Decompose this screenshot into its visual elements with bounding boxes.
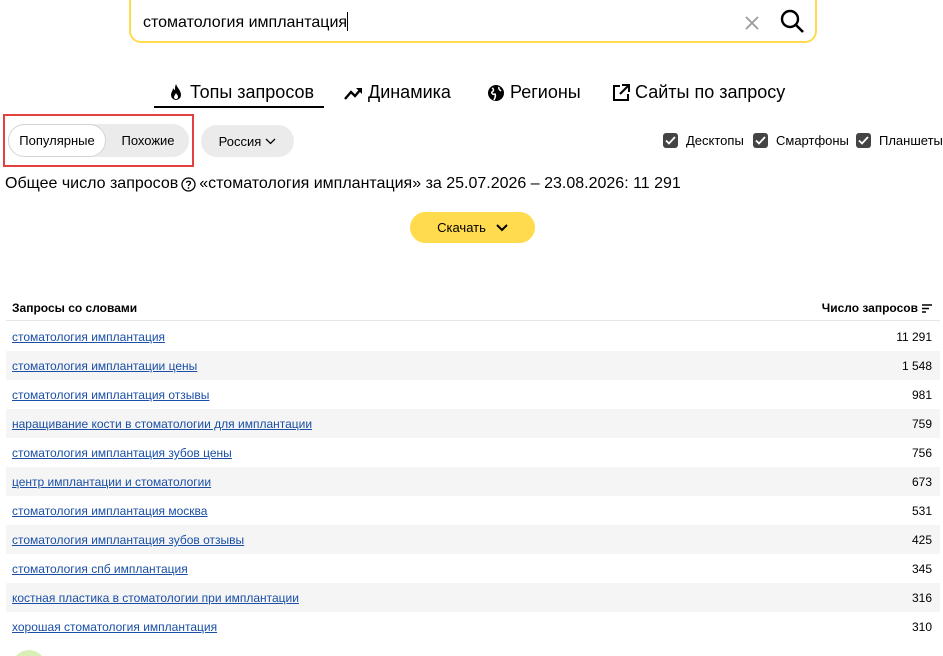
query-count: 759 bbox=[911, 417, 932, 431]
table-row: центр имплантации и стоматологии 673 bbox=[6, 467, 940, 496]
tab-sites[interactable]: Сайты по запросу bbox=[611, 82, 785, 103]
query-count: 11 291 bbox=[896, 330, 932, 344]
flame-icon bbox=[171, 83, 181, 100]
tab-dynamics[interactable]: Динамика bbox=[344, 82, 451, 103]
query-link[interactable]: стоматология имплантация отзывы bbox=[12, 388, 209, 402]
query-count: 1 548 bbox=[901, 359, 932, 373]
total-text: «стоматология имплантация» за 25.07.2026… bbox=[199, 175, 681, 192]
checkbox-label: Смартфоны bbox=[776, 133, 849, 148]
query-count: 316 bbox=[911, 591, 932, 605]
search-bar[interactable]: стоматология имплантация bbox=[129, 0, 817, 43]
query-count: 310 bbox=[911, 620, 932, 634]
column-header-query: Запросы со словами bbox=[12, 301, 138, 315]
tab-label: Топы запросов bbox=[190, 82, 315, 102]
tabs: Топы запросов Динамика Регионы Сайты по … bbox=[0, 82, 943, 108]
checkbox-tablets[interactable]: Планшеты bbox=[856, 133, 943, 148]
column-header-count-label: Число запросов bbox=[821, 301, 918, 315]
table-row: наращивание кости в стоматологии для имп… bbox=[6, 409, 940, 438]
query-link[interactable]: стоматология спб имплантация bbox=[12, 562, 188, 576]
device-filters: Десктопы Смартфоны Планшеты bbox=[0, 133, 943, 151]
total-prefix: Общее число запросов bbox=[5, 175, 179, 192]
query-link[interactable]: наращивание кости в стоматологии для имп… bbox=[12, 417, 312, 431]
query-count: 531 bbox=[911, 504, 932, 518]
sort-icon[interactable] bbox=[922, 303, 932, 313]
query-link[interactable]: стоматология имплантация зубов цены bbox=[12, 446, 232, 460]
query-link[interactable]: костная пластика в стоматологии при импл… bbox=[12, 591, 299, 605]
checkbox-smartphones[interactable]: Смартфоны bbox=[753, 133, 849, 148]
table-row: стоматология имплантация зубов цены 756 bbox=[6, 438, 940, 467]
clear-icon[interactable] bbox=[743, 14, 761, 32]
download-label: Скачать bbox=[437, 220, 486, 235]
table-row: стоматология имплантация зубов отзывы 42… bbox=[6, 525, 940, 554]
table-header: Запросы со словами Число запросов bbox=[6, 293, 940, 321]
table-row: стоматология имплантация москва 531 bbox=[6, 496, 940, 525]
table-row: хорошая стоматология имплантация 310 bbox=[6, 612, 940, 641]
table-row: стоматология спб имплантация 345 bbox=[6, 554, 940, 583]
checkbox-checked-icon[interactable] bbox=[753, 133, 768, 148]
query-link[interactable]: хорошая стоматология имплантация bbox=[12, 620, 217, 634]
total-summary: Общее число запросов «стоматология импла… bbox=[5, 175, 681, 193]
table-row: стоматология имплантация отзывы 981 bbox=[6, 380, 940, 409]
page: стоматология имплантация Топы запросов Д… bbox=[0, 0, 943, 656]
query-count: 345 bbox=[911, 562, 932, 576]
query-link[interactable]: центр имплантации и стоматологии bbox=[12, 475, 211, 489]
globe-icon bbox=[488, 84, 504, 101]
checkbox-label: Планшеты bbox=[879, 133, 943, 148]
external-link-icon bbox=[613, 83, 630, 101]
help-icon[interactable] bbox=[181, 176, 196, 192]
table-row: стоматология имплантации цены 1 548 bbox=[6, 351, 940, 380]
query-count: 673 bbox=[911, 475, 932, 489]
query-link[interactable]: стоматология имплантация bbox=[12, 330, 165, 344]
query-link[interactable]: стоматология имплантация зубов отзывы bbox=[12, 533, 244, 547]
tab-top-queries[interactable]: Топы запросов bbox=[153, 82, 325, 108]
column-header-count[interactable]: Число запросов bbox=[822, 301, 932, 315]
tab-label: Регионы bbox=[510, 82, 581, 102]
query-table: стоматология имплантация 11 291 стоматол… bbox=[6, 322, 940, 641]
search-icon[interactable] bbox=[779, 8, 805, 34]
table-row: костная пластика в стоматологии при импл… bbox=[6, 583, 940, 612]
tab-label: Сайты по запросу bbox=[635, 82, 786, 102]
decorative-circle bbox=[12, 650, 46, 656]
tab-regions[interactable]: Регионы bbox=[486, 82, 581, 103]
checkbox-checked-icon[interactable] bbox=[663, 133, 678, 148]
tab-label: Динамика bbox=[368, 82, 451, 102]
query-link[interactable]: стоматология имплантации цены bbox=[12, 359, 197, 373]
query-count: 425 bbox=[911, 533, 932, 547]
query-count: 981 bbox=[911, 388, 932, 402]
download-button[interactable]: Скачать bbox=[410, 212, 535, 243]
checkbox-desktops[interactable]: Десктопы bbox=[663, 133, 744, 148]
query-count: 756 bbox=[911, 446, 932, 460]
table-row: стоматология имплантация 11 291 bbox=[6, 322, 940, 351]
checkbox-checked-icon[interactable] bbox=[856, 133, 871, 148]
chevron-down-icon bbox=[496, 223, 508, 231]
checkbox-label: Десктопы bbox=[686, 133, 744, 148]
query-link[interactable]: стоматология имплантация москва bbox=[12, 504, 207, 518]
trend-icon bbox=[344, 87, 362, 100]
search-input[interactable]: стоматология имплантация bbox=[143, 11, 815, 32]
